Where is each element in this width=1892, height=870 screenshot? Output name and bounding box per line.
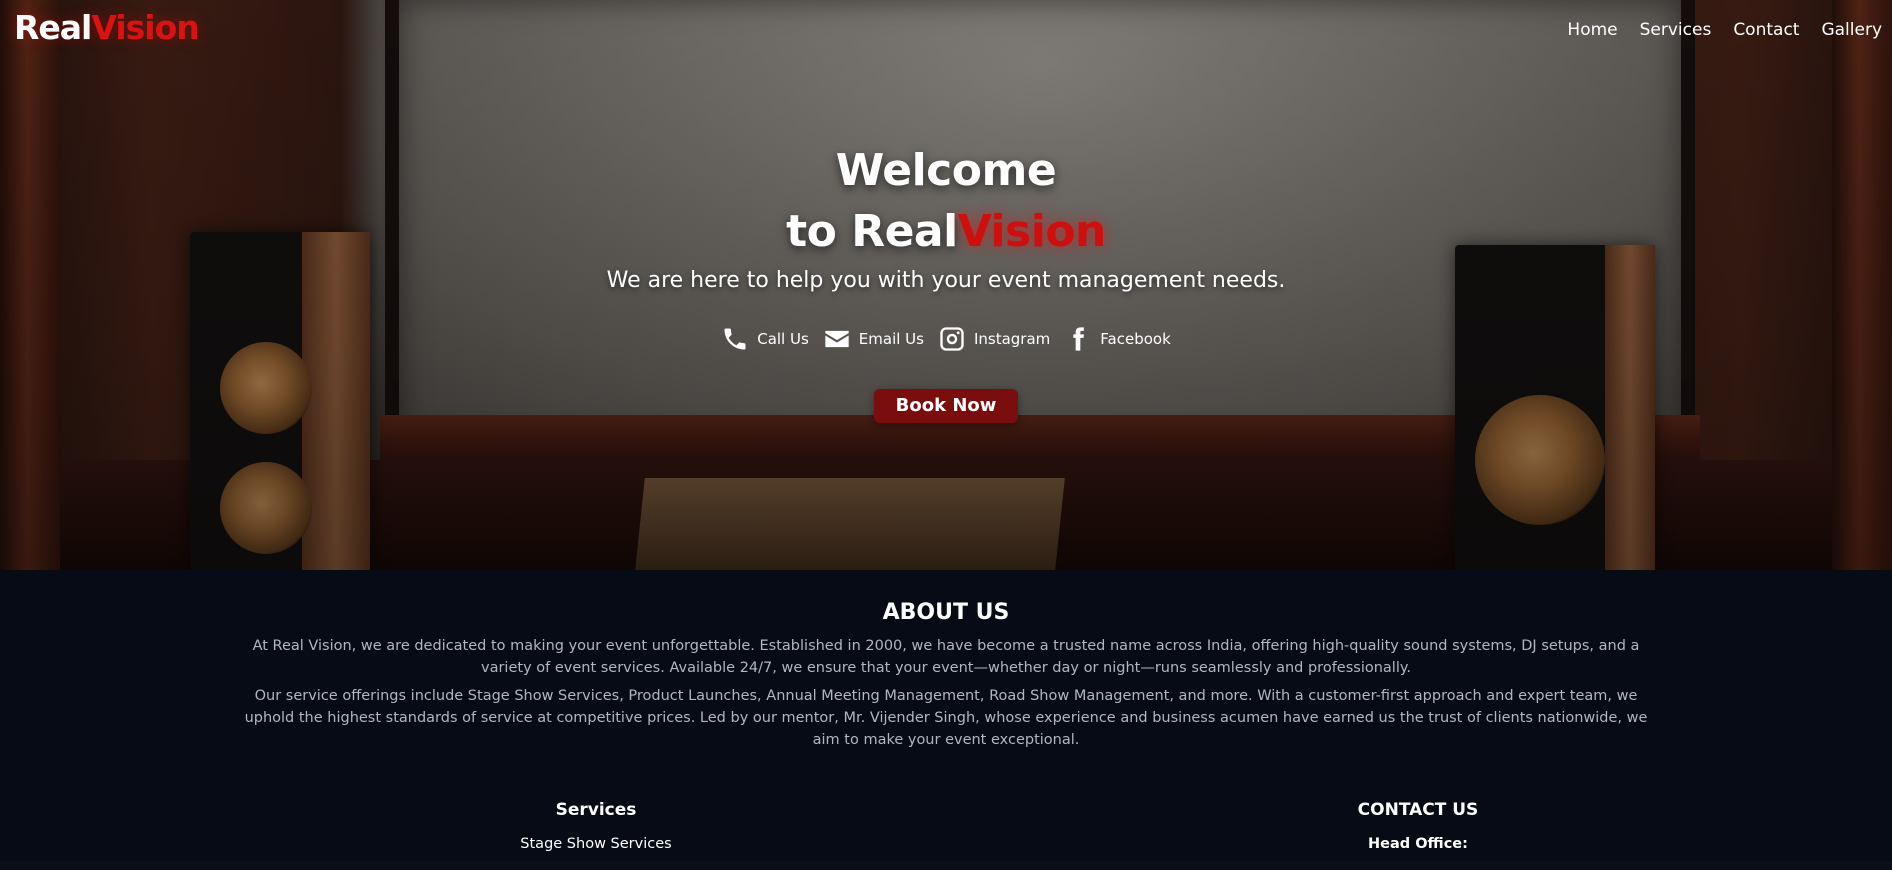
hero-title-accent: Vision: [957, 206, 1107, 257]
instagram-label: Instagram: [973, 330, 1051, 348]
contact-links: Call Us Email Us Instagram Facebook: [0, 325, 1892, 353]
services-column: Services Stage Show Services: [476, 800, 716, 852]
facebook-icon: [1073, 327, 1085, 351]
phone-icon: [724, 328, 746, 350]
about-paragraph-1: At Real Vision, we are dedicated to maki…: [252, 638, 1640, 676]
book-now-button[interactable]: Book Now: [873, 389, 1019, 423]
logo[interactable]: RealVision: [14, 8, 200, 47]
about-section: ABOUT US At Real Vision, we are dedicate…: [0, 570, 1892, 861]
service-item-stage-show[interactable]: Stage Show Services: [476, 836, 716, 852]
instagram-link[interactable]: Instagram: [938, 325, 1050, 353]
logo-text-vision: Vision: [91, 8, 199, 47]
hero-subtitle: We are here to help you with your event …: [606, 268, 1286, 293]
call-us-link[interactable]: Call Us: [721, 325, 809, 353]
main-nav: Home Services Contact Gallery: [1567, 20, 1882, 40]
logo-text-real: Real: [14, 8, 92, 47]
envelope-icon: [825, 330, 849, 348]
hero-title-line2: to RealVision: [0, 201, 1892, 262]
services-heading: Services: [555, 800, 637, 820]
about-paragraph-2: Our service offerings include Stage Show…: [244, 688, 1648, 748]
contact-column: CONTACT US Head Office:: [1298, 800, 1538, 852]
email-us-link[interactable]: Email Us: [823, 325, 924, 353]
footer-columns: Services Stage Show Services CONTACT US …: [0, 800, 1892, 870]
email-us-label: Email Us: [858, 330, 924, 348]
nav-gallery[interactable]: Gallery: [1821, 20, 1882, 40]
hero-title: Welcome to RealVision: [0, 140, 1892, 262]
facebook-label: Facebook: [1100, 330, 1171, 348]
nav-services[interactable]: Services: [1640, 20, 1712, 40]
hero-section: RealVision Home Services Contact Gallery…: [0, 0, 1892, 570]
head-office-label: Head Office:: [1368, 836, 1468, 852]
nav-home[interactable]: Home: [1567, 20, 1617, 40]
contact-heading: CONTACT US: [1357, 800, 1479, 820]
instagram-icon: [940, 327, 964, 351]
nav-contact[interactable]: Contact: [1733, 20, 1799, 40]
hero-content: Welcome to RealVision We are here to hel…: [0, 140, 1892, 423]
facebook-link[interactable]: Facebook: [1064, 325, 1171, 353]
about-title: ABOUT US: [882, 600, 1010, 625]
hero-title-line1: Welcome: [835, 145, 1057, 196]
call-us-label: Call Us: [757, 330, 809, 348]
hero-title-prefix: to Real: [786, 206, 958, 257]
